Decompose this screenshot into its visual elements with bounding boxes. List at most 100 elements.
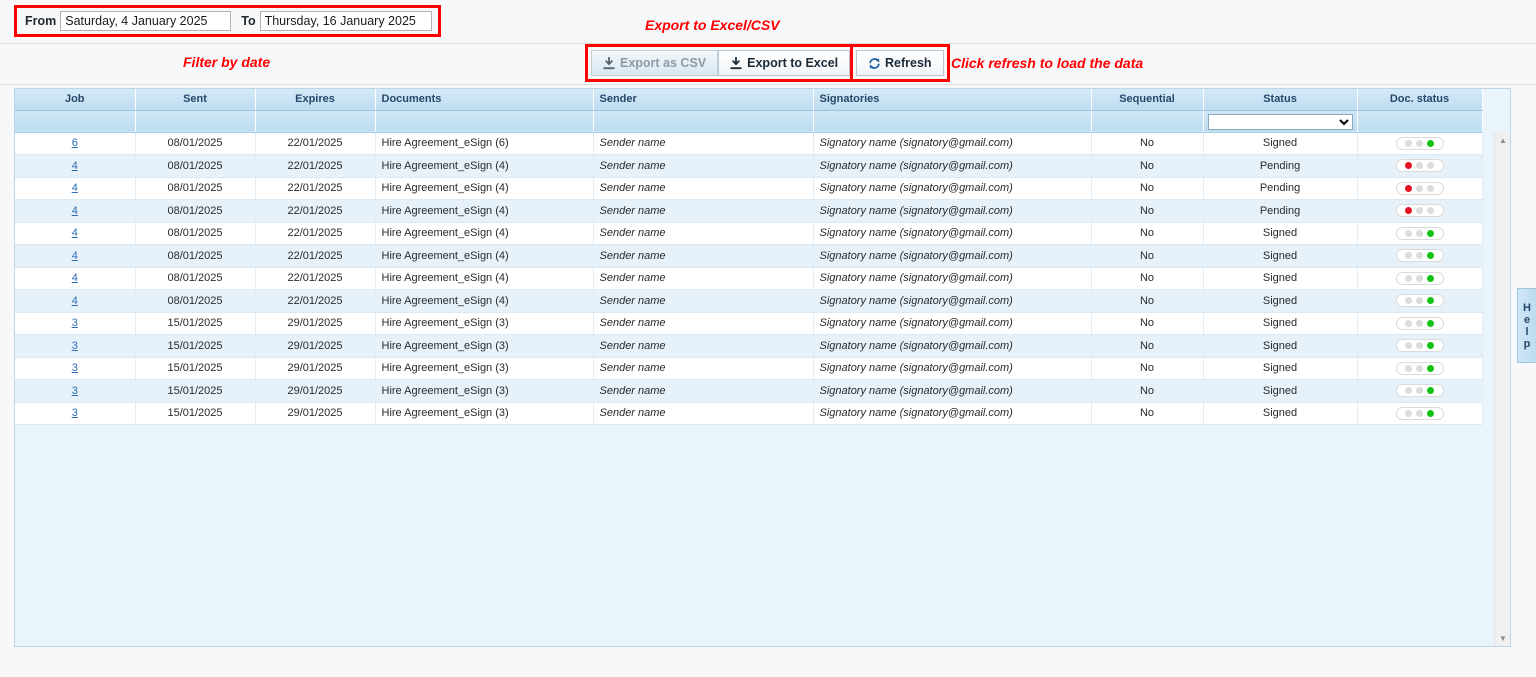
annotation-filter-by-date: Filter by date [183,54,271,70]
cell-sequential: No [1091,132,1204,155]
cell-sender: Sender name [593,402,814,425]
caret-down-icon[interactable]: ▼ [1495,630,1511,646]
table-row[interactable]: 4 08/01/2025 22/01/2025 Hire Agreement_eSig… [15,244,1483,268]
help-tab-letter: l [1525,325,1529,338]
doc-status-dot-2 [1416,162,1423,170]
job-link[interactable]: 3 [72,340,78,352]
grid-vertical-scrollbar[interactable]: ▲ ▼ [1494,132,1510,646]
export-as-csv-button[interactable]: Export as CSV [591,50,719,76]
doc-status-dot-2 [1416,409,1423,417]
doc-status-dot-1 [1405,139,1412,147]
cell-signatories: Signatory name (signatory@gmail.com) [813,177,1092,200]
export-as-csv-label: Export as CSV [620,56,707,70]
cell-documents: Hire Agreement_eSign (3) [375,379,594,403]
cell-signatories: Signatory name (signatory@gmail.com) [813,244,1092,268]
column-header-documents[interactable]: Documents [375,89,594,111]
table-row[interactable]: 3 15/01/2025 29/01/2025 Hire Agreement_eSig… [15,334,1483,358]
table-row[interactable]: 4 08/01/2025 22/01/2025 Hire Agreement_eSig… [15,222,1483,245]
cell-sender: Sender name [593,222,814,245]
cell-doc-status [1357,177,1483,200]
table-row[interactable]: 3 15/01/2025 29/01/2025 Hire Agreement_eSig… [15,312,1483,335]
job-link[interactable]: 4 [72,250,78,262]
doc-status-dot-3 [1427,319,1434,327]
job-link[interactable]: 3 [72,317,78,329]
to-label: To [241,14,256,28]
job-link[interactable]: 4 [72,272,78,284]
job-link[interactable]: 4 [72,227,78,239]
job-link[interactable]: 4 [72,160,78,172]
doc-status-dot-1 [1405,319,1412,327]
job-link[interactable]: 4 [72,205,78,217]
doc-status-indicator [1395,384,1444,398]
cell-sender: Sender name [593,357,814,380]
cell-documents: Hire Agreement_eSign (4) [375,199,594,223]
doc-status-dot-3 [1427,184,1434,192]
job-link[interactable]: 3 [72,385,78,397]
cell-expires: 22/01/2025 [255,244,376,268]
job-link[interactable]: 6 [72,137,78,149]
cell-job: 3 [15,357,136,380]
doc-status-dot-2 [1416,342,1423,350]
column-header-job[interactable]: Job [15,89,136,111]
to-date-input[interactable] [259,11,432,31]
refresh-button[interactable]: Refresh [856,50,944,76]
cell-job: 3 [15,379,136,403]
table-row[interactable]: 6 08/01/2025 22/01/2025 Hire Agreement_eSig… [15,132,1483,155]
column-header-status[interactable]: Status [1203,89,1358,111]
doc-status-dot-2 [1416,229,1423,237]
doc-status-indicator [1395,294,1444,308]
column-header-sequential[interactable]: Sequential [1091,89,1204,111]
cell-sent: 15/01/2025 [135,357,256,380]
job-link[interactable]: 3 [72,362,78,374]
table-row[interactable]: 4 08/01/2025 22/01/2025 Hire Agreement_eSig… [15,199,1483,223]
doc-status-indicator [1395,226,1444,240]
export-to-excel-button[interactable]: Export to Excel [718,50,851,76]
column-header-doc-status[interactable]: Doc. status [1357,89,1483,111]
table-row[interactable]: 4 08/01/2025 22/01/2025 Hire Agreement_eSig… [15,289,1483,313]
table-row[interactable]: 4 08/01/2025 22/01/2025 Hire Agreement_eSig… [15,154,1483,178]
filter-cell-job [15,110,136,133]
cell-job: 4 [15,289,136,313]
cell-signatories: Signatory name (signatory@gmail.com) [813,402,1092,425]
job-link[interactable]: 4 [72,182,78,194]
doc-status-dot-3 [1427,139,1434,147]
cell-doc-status [1357,199,1483,223]
filter-cell-sent [135,110,256,133]
cell-status: Pending [1203,177,1358,200]
table-row[interactable]: 3 15/01/2025 29/01/2025 Hire Agreement_eSig… [15,379,1483,403]
job-link[interactable]: 4 [72,295,78,307]
column-header-sender[interactable]: Sender [593,89,814,111]
help-tab[interactable]: Help [1517,288,1536,363]
table-row[interactable]: 4 08/01/2025 22/01/2025 Hire Agreement_eSig… [15,267,1483,290]
cell-status: Signed [1203,402,1358,425]
cell-doc-status [1357,289,1483,313]
table-row[interactable]: 3 15/01/2025 29/01/2025 Hire Agreement_eSig… [15,357,1483,380]
column-header-signatories[interactable]: Signatories [813,89,1092,111]
cell-doc-status [1357,267,1483,290]
cell-sent: 08/01/2025 [135,244,256,268]
from-date-input[interactable] [60,11,232,31]
cell-sequential: No [1091,199,1204,223]
table-row[interactable]: 3 15/01/2025 29/01/2025 Hire Agreement_eSig… [15,402,1483,425]
cell-signatories: Signatory name (signatory@gmail.com) [813,334,1092,358]
cell-doc-status [1357,312,1483,335]
job-link[interactable]: 3 [72,407,78,419]
column-header-expires[interactable]: Expires [255,89,376,111]
cell-doc-status [1357,402,1483,425]
column-header-sent[interactable]: Sent [135,89,256,111]
cell-signatories: Signatory name (signatory@gmail.com) [813,222,1092,245]
status-filter-select[interactable]: SignedPending [1207,114,1353,131]
doc-status-indicator [1395,406,1444,420]
doc-status-dot-2 [1416,387,1423,395]
doc-status-dot-1 [1405,364,1412,372]
help-tab-letter: e [1523,313,1531,326]
cell-documents: Hire Agreement_eSign (4) [375,177,594,200]
cell-sequential: No [1091,379,1204,403]
cell-expires: 29/01/2025 [255,357,376,380]
cell-expires: 22/01/2025 [255,177,376,200]
cell-job: 4 [15,267,136,290]
doc-status-dot-3 [1427,207,1434,215]
caret-up-icon[interactable]: ▲ [1495,132,1511,148]
cell-job: 4 [15,154,136,178]
table-row[interactable]: 4 08/01/2025 22/01/2025 Hire Agreement_eSig… [15,177,1483,200]
